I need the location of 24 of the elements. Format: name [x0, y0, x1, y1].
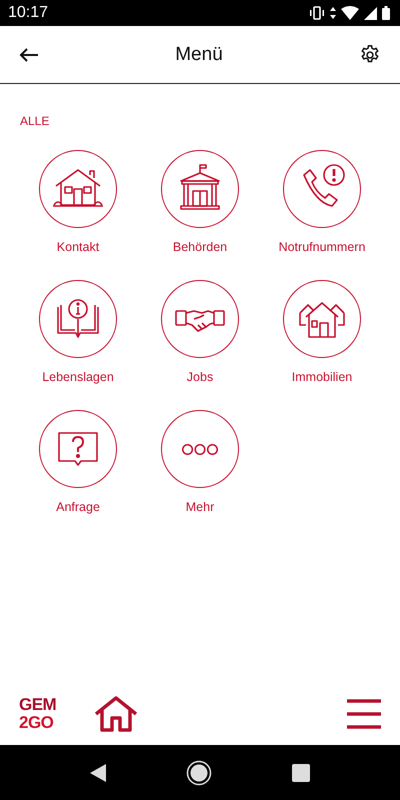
- vibrate-icon: [309, 6, 325, 20]
- home-icon[interactable]: [94, 696, 138, 732]
- tile-label: Anfrage: [56, 500, 100, 514]
- section-label: ALLE: [20, 114, 50, 128]
- recents-icon[interactable]: [292, 764, 310, 782]
- tile-label: Lebenslagen: [42, 370, 114, 384]
- status-time: 10:17: [8, 4, 48, 22]
- tile-label: Kontakt: [56, 240, 100, 254]
- back-icon[interactable]: [90, 764, 106, 782]
- more-icon: [182, 442, 218, 456]
- back-arrow-icon[interactable]: [19, 46, 39, 62]
- menu-icon[interactable]: [347, 699, 381, 729]
- home-button-icon[interactable]: [186, 760, 212, 786]
- app-logo[interactable]: GEM 2GO: [19, 696, 56, 732]
- page-title: Menü: [175, 44, 223, 66]
- tile-label: Mehr: [186, 500, 214, 514]
- data-arrows-icon: [330, 7, 336, 19]
- wifi-icon: [341, 6, 359, 20]
- tile-label: Jobs: [186, 370, 214, 384]
- tile-label: Immobilien: [292, 370, 352, 384]
- tile-label: Notrufnummern: [278, 240, 366, 254]
- battery-icon: [382, 6, 390, 20]
- tile-label: Behörden: [172, 240, 228, 254]
- signal-icon: [364, 6, 377, 20]
